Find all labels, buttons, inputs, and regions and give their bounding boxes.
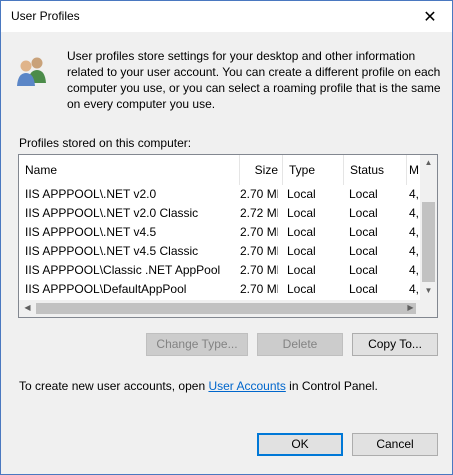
footer-prefix: To create new user accounts, open xyxy=(19,379,209,393)
cell-type: Local xyxy=(287,187,316,201)
table-row[interactable]: IIS APPPOOL\.NET v4.5 2.70 MB Local Loca… xyxy=(19,223,419,242)
column-header-type[interactable]: Type xyxy=(283,155,343,185)
cell-modified: 4, xyxy=(409,225,419,239)
vertical-scrollbar[interactable]: ▲ ▼ xyxy=(420,155,437,300)
cell-status: Local xyxy=(349,244,378,258)
cell-name: IIS APPPOOL\.NET v4.5 xyxy=(25,225,157,239)
cell-name: IIS APPPOOL\Classic .NET AppPool xyxy=(25,263,221,277)
column-header-name[interactable]: Name xyxy=(19,155,239,185)
cell-status: Local xyxy=(349,206,378,220)
cell-modified: 4, xyxy=(409,206,419,220)
cell-name: IIS APPPOOL\DefaultAppPool xyxy=(25,282,187,296)
delete-button[interactable]: Delete xyxy=(257,333,343,356)
cell-name: IIS APPPOOL\.NET v2.0 Classic xyxy=(25,206,199,220)
profiles-label: Profiles stored on this computer: xyxy=(19,136,192,150)
change-type-button[interactable]: Change Type... xyxy=(146,333,248,356)
table-row[interactable]: IIS APPPOOL\.NET v2.0 2.70 MB Local Loca… xyxy=(19,185,419,204)
intro-text: User profiles store settings for your de… xyxy=(67,49,441,111)
cell-size: 2.70 MB xyxy=(240,225,278,239)
cell-type: Local xyxy=(287,263,316,277)
cell-status: Local xyxy=(349,225,378,239)
footer-text: To create new user accounts, open User A… xyxy=(19,379,378,393)
cell-size: 2.70 MB xyxy=(240,187,278,201)
profiles-list[interactable]: Name Size Type Status M IIS APPPOOL\.NET… xyxy=(18,154,438,318)
cell-size: 2.70 MB xyxy=(240,244,278,258)
scroll-left-icon[interactable]: ◀ xyxy=(19,303,36,312)
table-row[interactable]: IIS APPPOOL\.NET v2.0 Classic 2.72 MB Lo… xyxy=(19,204,419,223)
column-header-modified[interactable]: M xyxy=(407,155,421,185)
cell-status: Local xyxy=(349,282,378,296)
cell-type: Local xyxy=(287,244,316,258)
user-accounts-link[interactable]: User Accounts xyxy=(208,379,285,393)
cell-name: IIS APPPOOL\.NET v4.5 Classic xyxy=(25,244,199,258)
table-row[interactable]: IIS APPPOOL\DefaultAppPool 2.70 MB Local… xyxy=(19,280,419,299)
scrollbar-corner xyxy=(420,300,437,317)
cell-status: Local xyxy=(349,263,378,277)
scroll-right-icon[interactable]: ▶ xyxy=(402,303,419,312)
cell-type: Local xyxy=(287,225,316,239)
horizontal-scroll-thumb[interactable] xyxy=(36,303,416,314)
column-header-status[interactable]: Status xyxy=(344,155,406,185)
title-bar: User Profiles ✕ xyxy=(1,1,452,32)
users-icon xyxy=(17,57,46,86)
window-title: User Profiles xyxy=(11,9,80,23)
cell-name: IIS APPPOOL\.NET v2.0 xyxy=(25,187,157,201)
cell-modified: 4, xyxy=(409,187,419,201)
list-header: Name Size Type Status M xyxy=(19,155,419,185)
footer-suffix: in Control Panel. xyxy=(285,379,378,393)
scroll-up-icon[interactable]: ▲ xyxy=(420,158,437,167)
cell-type: Local xyxy=(287,282,316,296)
column-header-size[interactable]: Size xyxy=(240,155,282,185)
cell-modified: 4, xyxy=(409,263,419,277)
ok-button[interactable]: OK xyxy=(257,433,343,456)
scroll-down-icon[interactable]: ▼ xyxy=(420,286,437,295)
copy-to-button[interactable]: Copy To... xyxy=(352,333,438,356)
horizontal-scrollbar[interactable]: ◀ ▶ xyxy=(19,300,437,317)
table-row[interactable]: IIS APPPOOL\Classic .NET AppPool 2.70 MB… xyxy=(19,261,419,280)
cell-modified: 4, xyxy=(409,282,419,296)
cell-size: 2.70 MB xyxy=(240,263,278,277)
table-row[interactable]: IIS APPPOOL\.NET v4.5 Classic 2.70 MB Lo… xyxy=(19,242,419,261)
cell-type: Local xyxy=(287,206,316,220)
cell-size: 2.70 MB xyxy=(240,282,278,296)
cancel-button[interactable]: Cancel xyxy=(352,433,438,456)
cell-modified: 4, xyxy=(409,244,419,258)
cell-size: 2.72 MB xyxy=(240,206,278,220)
close-icon[interactable]: ✕ xyxy=(408,1,452,32)
user-profiles-dialog: User Profiles ✕ User profiles store sett… xyxy=(0,0,453,475)
cell-status: Local xyxy=(349,187,378,201)
vertical-scroll-thumb[interactable] xyxy=(422,202,435,282)
